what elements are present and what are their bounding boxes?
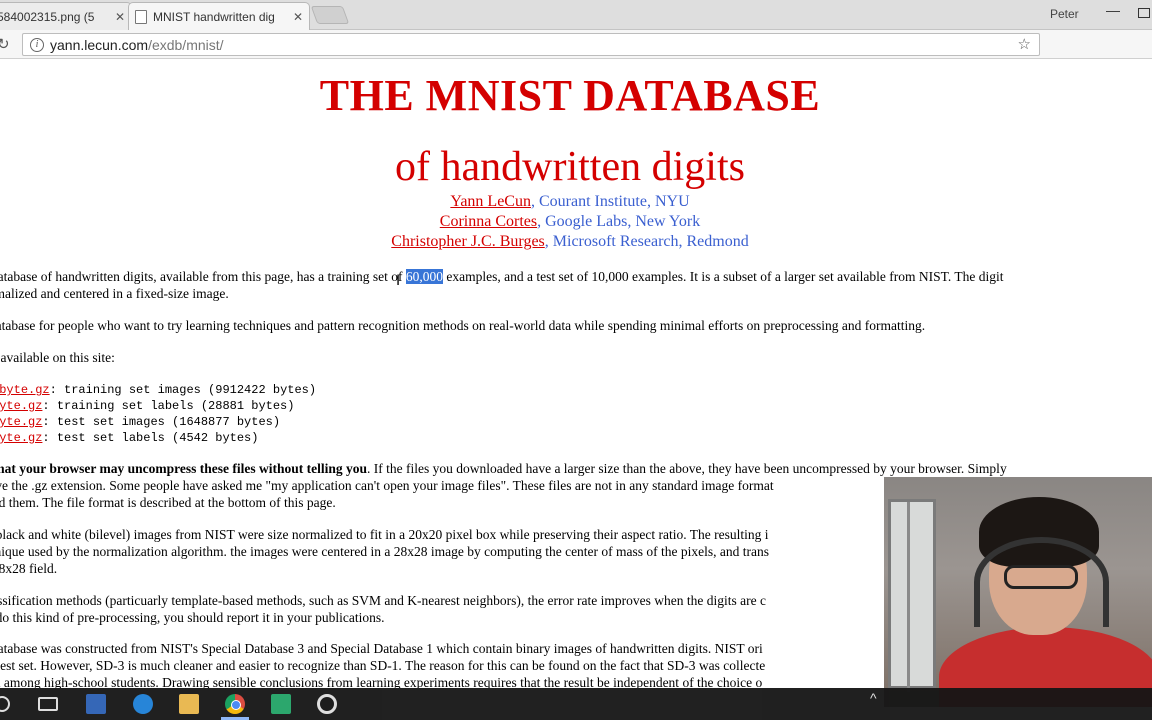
file-description: : test set labels (4542 bytes) <box>42 431 259 445</box>
tab-strip: 584002315.png (5 ✕ MNIST handwritten dig… <box>0 0 1152 30</box>
maximize-icon[interactable] <box>1138 8 1150 18</box>
profile-name[interactable]: Peter <box>1050 7 1079 21</box>
new-tab-button[interactable] <box>310 6 350 24</box>
tab-mnist-title: MNIST handwritten dig <box>153 9 275 24</box>
author-link-cortes[interactable]: Corinna Cortes <box>440 213 537 230</box>
bookmark-star-icon[interactable]: ☆ <box>1018 35 1031 53</box>
url-path: /exdb/mnist/ <box>148 36 224 53</box>
list-item: els-idx1-ubyte.gz: training set labels (… <box>0 398 316 414</box>
usage-paragraph: od database for people who want to try l… <box>0 318 926 333</box>
background-window <box>888 499 936 692</box>
info-icon[interactable]: i <box>30 37 44 52</box>
close-icon[interactable]: ✕ <box>293 10 303 24</box>
intro-paragraph: ST database of handwritten digits, avail… <box>0 268 1152 302</box>
minimize-icon[interactable]: — <box>1106 2 1120 18</box>
tray-chevron-icon[interactable]: ^ <box>870 690 877 706</box>
file-list: ages-idx3-ubyte.gz: training set images … <box>0 382 316 446</box>
author-line: Yann LeCun, Courant Institute, NYU <box>450 193 690 210</box>
tab-mnist[interactable]: MNIST handwritten dig ✕ <box>128 2 310 30</box>
paragraph-text: ected among high-school students. Drawin… <box>0 675 763 688</box>
pycharm-icon[interactable] <box>271 694 291 714</box>
file-link[interactable]: ages-idx3-ubyte.gz <box>0 383 50 397</box>
edge-icon[interactable] <box>133 694 153 714</box>
paragraph-text: inal black and white (bilevel) images fr… <box>0 527 769 542</box>
selected-text: 60,000 <box>405 269 444 284</box>
file-explorer-icon[interactable] <box>179 694 199 714</box>
tab-image-title: 584002315.png (5 <box>0 9 95 24</box>
intro-text: -normalized and centered in a fixed-size… <box>0 286 229 301</box>
author-line: Corinna Cortes, Google Labs, New York <box>439 213 701 230</box>
list-item: ges-idx3-ubyte.gz: test set images (1648… <box>0 414 316 430</box>
author-line: Christopher J.C. Burges, Microsoft Resea… <box>391 233 749 250</box>
author-link-burges[interactable]: Christopher J.C. Burges <box>391 233 544 250</box>
note-text: o read them. The file format is describe… <box>0 495 336 510</box>
search-icon[interactable] <box>0 696 10 712</box>
close-icon[interactable]: ✕ <box>115 10 125 24</box>
file-description: : training set labels (28881 bytes) <box>42 399 295 413</box>
paragraph-text: you do this kind of pre-processing, you … <box>0 610 385 625</box>
url-host: yann.lecun.com <box>50 36 149 53</box>
file-description: : training set images (9912422 bytes) <box>49 383 317 397</box>
author-affiliation: Courant Institute, NYU <box>538 193 690 210</box>
task-view-icon[interactable] <box>38 697 58 711</box>
glasses <box>1004 565 1078 589</box>
webcam-overlay <box>884 477 1152 707</box>
page-title: THE MNIST DATABASE <box>319 71 821 120</box>
paragraph-text: ST database was constructed from NIST's … <box>0 641 763 656</box>
paragraph-text: e classification methods (particuarly te… <box>0 593 766 608</box>
taskbar: ^ <box>0 688 1152 720</box>
list-item: ages-idx3-ubyte.gz: training set images … <box>0 382 316 398</box>
page-subtitle: of handwritten digits <box>395 144 745 190</box>
app-icon[interactable] <box>86 694 106 714</box>
paragraph-text: technique used by the normalization algo… <box>0 544 770 559</box>
chrome-icon[interactable] <box>225 694 245 714</box>
record-icon[interactable] <box>317 694 337 714</box>
page-icon <box>135 9 147 24</box>
note-text: emove the .gz extension. Some people hav… <box>0 478 774 493</box>
intro-text: examples, and a test set of 10,000 examp… <box>443 269 1004 284</box>
reload-icon[interactable]: ↻ <box>0 35 10 53</box>
file-description: : test set images (1648877 bytes) <box>42 415 281 429</box>
note-text: . If the files you downloaded have a lar… <box>367 461 1007 476</box>
author-affiliation: Google Labs, New York <box>545 213 701 230</box>
author-affiliation: Microsoft Research, Redmond <box>552 233 749 250</box>
file-link[interactable]: els-idx1-ubyte.gz <box>0 431 42 445</box>
paragraph-text: the 28x28 field. <box>0 561 58 576</box>
paragraph-text: heir test set. However, SD-3 is much cle… <box>0 658 766 673</box>
files-intro: s are available on this site: <box>0 350 115 365</box>
tab-image[interactable]: 584002315.png (5 ✕ <box>0 2 132 30</box>
author-link-lecun[interactable]: Yann LeCun <box>450 193 531 210</box>
file-link[interactable]: els-idx1-ubyte.gz <box>0 399 42 413</box>
list-item: els-idx1-ubyte.gz: test set labels (4542… <box>0 430 316 446</box>
address-bar[interactable]: i yann.lecun.com/exdb/mnist/ ☆ <box>22 33 1040 56</box>
browser-toolbar: ↻ i yann.lecun.com/exdb/mnist/ ☆ <box>0 30 1152 83</box>
file-link[interactable]: ges-idx3-ubyte.gz <box>0 415 42 429</box>
text-cursor-icon: I <box>396 273 401 289</box>
intro-text: ST database of handwritten digits, avail… <box>0 269 406 284</box>
note-bold: ote that your browser may uncompress the… <box>0 461 367 476</box>
